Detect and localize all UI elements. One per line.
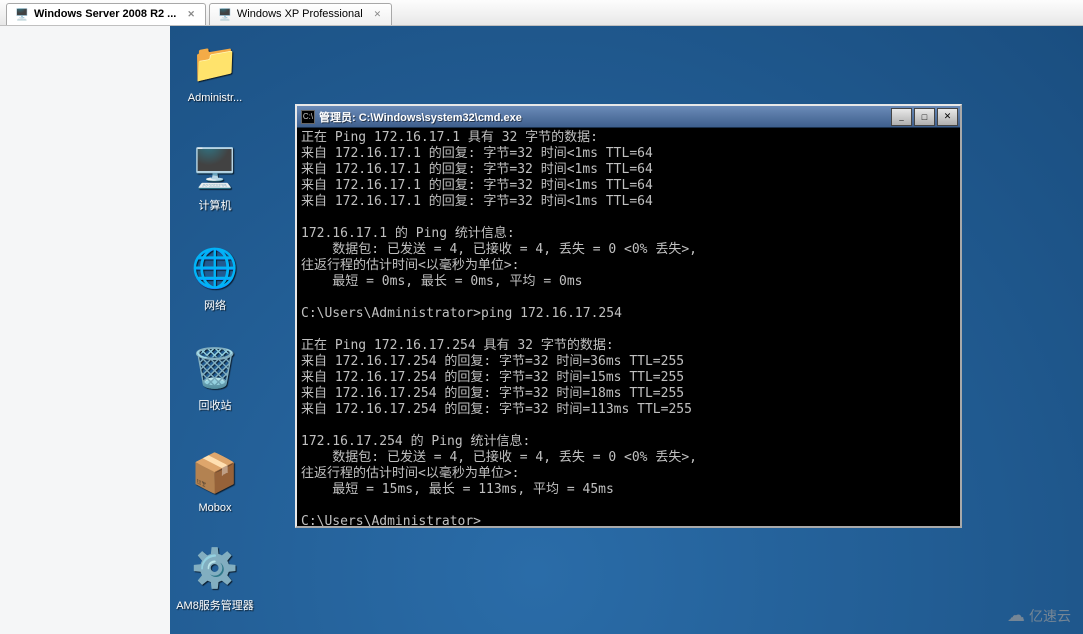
cmd-titlebar[interactable]: C:\ 管理员: C:\Windows\system32\cmd.exe _ □… — [297, 106, 960, 128]
cmd-window[interactable]: C:\ 管理员: C:\Windows\system32\cmd.exe _ □… — [295, 104, 962, 528]
close-button[interactable]: ✕ — [937, 108, 958, 126]
desktop-icon[interactable]: 🖥️ 计算机 — [175, 145, 255, 213]
close-icon[interactable]: ✕ — [372, 9, 384, 20]
watermark: ☁ 亿速云 — [1007, 605, 1071, 626]
icon-label: 回收站 — [175, 397, 255, 413]
app-icon: 📁 — [191, 40, 239, 88]
monitor-icon: 🖥️ — [15, 7, 29, 21]
icon-label: 网络 — [175, 297, 255, 313]
vm-viewport: 📁 Administr... 🖥️ 计算机 🌐 网络 🗑️ 回收站 📦 Mobox ⚙️ AM8服务管… — [0, 26, 1083, 634]
cmd-icon: C:\ — [301, 110, 315, 124]
monitor-icon: 🖥️ — [218, 7, 232, 21]
app-icon: ⚙️ — [191, 545, 239, 593]
cmd-output[interactable]: 正在 Ping 172.16.17.1 具有 32 字节的数据: 来自 172.… — [297, 128, 960, 526]
desktop-icon[interactable]: 🗑️ 回收站 — [175, 345, 255, 413]
window-buttons: _ □ ✕ — [889, 108, 958, 126]
tab-server2008[interactable]: 🖥️ Windows Server 2008 R2 ... ✕ — [6, 3, 206, 25]
desktop-icon[interactable]: 📦 Mobox — [175, 450, 255, 514]
maximize-button[interactable]: □ — [914, 108, 935, 126]
minimize-button[interactable]: _ — [891, 108, 912, 126]
desktop-icon[interactable]: 📁 Administr... — [175, 40, 255, 104]
icon-label: 计算机 — [175, 197, 255, 213]
icon-label: Mobox — [175, 502, 255, 514]
close-icon[interactable]: ✕ — [185, 9, 197, 20]
icon-label: AM8服务管理器 — [175, 597, 255, 613]
desktop-icon[interactable]: 🌐 网络 — [175, 245, 255, 313]
tab-label: Windows Server 2008 R2 ... — [34, 8, 176, 20]
desktop-icons-column: 📁 Administr... 🖥️ 计算机 🌐 网络 🗑️ 回收站 📦 Mobox ⚙️ AM8服务管… — [170, 26, 260, 634]
desktop-icon[interactable]: ⚙️ AM8服务管理器 — [175, 545, 255, 613]
app-icon: 🗑️ — [191, 345, 239, 393]
app-icon: 🌐 — [191, 245, 239, 293]
tab-winxp[interactable]: 🖥️ Windows XP Professional ✕ — [209, 3, 392, 25]
icon-label: Administr... — [175, 92, 255, 104]
cmd-title-text: 管理员: C:\Windows\system32\cmd.exe — [319, 109, 889, 125]
watermark-text: 亿速云 — [1029, 606, 1071, 626]
tab-label: Windows XP Professional — [237, 8, 363, 20]
vm-tabbar: 🖥️ Windows Server 2008 R2 ... ✕ 🖥️ Windo… — [0, 0, 1083, 26]
app-icon: 📦 — [191, 450, 239, 498]
cloud-icon: ☁ — [1007, 605, 1025, 626]
app-icon: 🖥️ — [191, 145, 239, 193]
